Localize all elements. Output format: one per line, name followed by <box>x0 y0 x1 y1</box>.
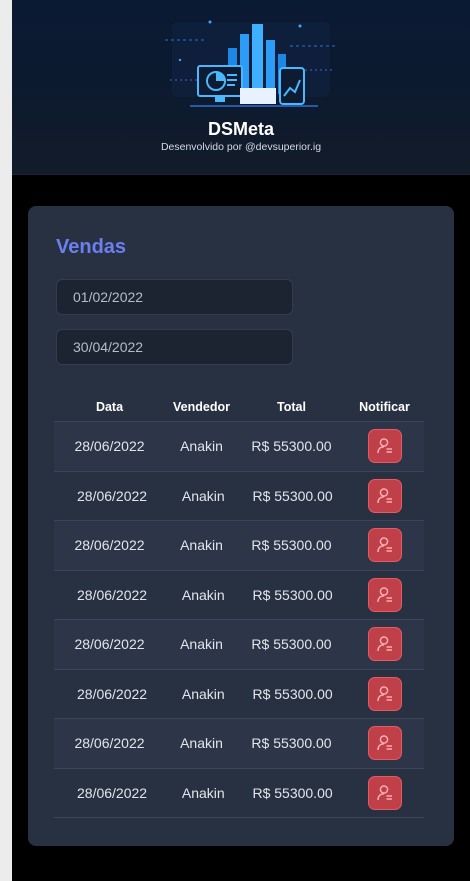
table-row: 28/06/2022 Anakin R$ 55300.00 <box>54 422 424 472</box>
cell-notify <box>346 478 424 513</box>
cell-date: 28/06/2022 <box>77 685 148 702</box>
notify-button[interactable] <box>367 478 402 513</box>
sales-card-title: Vendas <box>56 236 127 258</box>
table-body: 28/06/2022 Anakin R$ 55300.00 28/06/2022 Ana… <box>54 422 424 818</box>
cell-date: 28/06/2022 <box>77 487 148 504</box>
user-notify-icon <box>377 685 392 701</box>
cell-total: R$ 55300.00 <box>252 784 333 801</box>
column-header-date: Data <box>95 399 124 414</box>
table-row: 28/06/2022 Anakin R$ 55300.00 <box>54 471 424 521</box>
cell-total: R$ 55300.00 <box>252 685 333 702</box>
notify-button[interactable] <box>367 775 402 810</box>
cell-seller: Anakin <box>181 685 225 702</box>
cell-notify <box>345 528 424 563</box>
column-header-notify: Notificar <box>359 399 410 414</box>
notify-button[interactable] <box>367 577 402 612</box>
app-subtitle: Desenvolvido por @devsuperior.ig <box>160 141 322 153</box>
table-row: 28/06/2022 Anakin R$ 55300.00 <box>54 570 424 620</box>
dashboard-illustration-icon <box>165 20 335 107</box>
notify-button[interactable] <box>367 676 402 711</box>
user-notify-icon <box>376 735 392 751</box>
cell-seller: Anakin <box>180 537 223 554</box>
cell-date: 28/06/2022 <box>74 537 145 554</box>
cell-total: R$ 55300.00 <box>252 487 333 504</box>
notify-button[interactable] <box>367 726 402 761</box>
table-row: 28/06/2022 Anakin R$ 55300.00 <box>54 669 424 719</box>
table-header: Data Vendedor Total Notificar <box>54 392 424 422</box>
cell-total: R$ 55300.00 <box>251 537 332 554</box>
column-header-total: Total <box>277 399 306 414</box>
cell-total: R$ 55300.00 <box>251 735 332 752</box>
cell-notify <box>346 577 424 612</box>
cell-notify <box>346 676 424 711</box>
user-notify-icon <box>377 586 392 602</box>
cell-date: 28/06/2022 <box>74 735 145 752</box>
header: DSMeta Desenvolvido por @devsuperior.ig <box>12 0 470 175</box>
cell-date: 28/06/2022 <box>77 586 148 603</box>
cell-seller: Anakin <box>181 784 225 801</box>
cell-notify <box>345 429 424 464</box>
user-notify-icon <box>377 487 392 503</box>
table-row: 28/06/2022 Anakin R$ 55300.00 <box>54 768 424 818</box>
sales-card: Vendas 01/02/2022 30/04/2022 Data Vended… <box>28 206 454 846</box>
user-notify-icon <box>376 636 392 652</box>
notify-button[interactable] <box>367 429 402 464</box>
sales-table: Data Vendedor Total Notificar 28/06/2022… <box>54 392 424 818</box>
cell-notify <box>346 775 424 810</box>
notify-button[interactable] <box>367 627 402 662</box>
table-row: 28/06/2022 Anakin R$ 55300.00 <box>54 521 424 571</box>
cell-notify <box>345 627 424 662</box>
user-notify-icon <box>376 438 392 454</box>
cell-seller: Anakin <box>180 636 223 653</box>
page: DSMeta Desenvolvido por @devsuperior.ig … <box>12 0 470 881</box>
cell-date: 28/06/2022 <box>74 438 145 455</box>
table-row: 28/06/2022 Anakin R$ 55300.00 <box>54 620 424 670</box>
column-header-seller: Vendedor <box>173 399 230 414</box>
max-date-input[interactable]: 30/04/2022 <box>56 329 293 365</box>
app-title: DSMeta <box>207 119 274 139</box>
cell-notify <box>345 726 424 761</box>
cell-total: R$ 55300.00 <box>252 586 333 603</box>
user-notify-icon <box>377 784 392 800</box>
cell-date: 28/06/2022 <box>74 636 145 653</box>
user-notify-icon <box>376 537 392 553</box>
cell-seller: Anakin <box>181 586 225 603</box>
cell-seller: Anakin <box>180 438 223 455</box>
cell-total: R$ 55300.00 <box>251 438 332 455</box>
cell-seller: Anakin <box>181 487 225 504</box>
cell-seller: Anakin <box>180 735 223 752</box>
table-row: 28/06/2022 Anakin R$ 55300.00 <box>54 719 424 769</box>
cell-date: 28/06/2022 <box>77 784 148 801</box>
notify-button[interactable] <box>367 528 402 563</box>
cell-total: R$ 55300.00 <box>251 636 332 653</box>
min-date-input[interactable]: 01/02/2022 <box>56 279 293 315</box>
